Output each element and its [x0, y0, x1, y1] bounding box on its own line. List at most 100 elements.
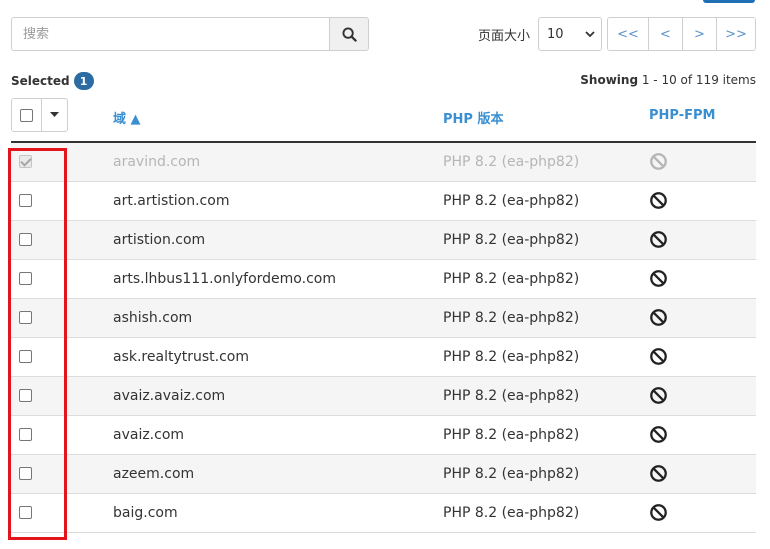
search-group: [11, 17, 369, 51]
row-php-version: PHP 8.2 (ea-php82): [443, 349, 580, 365]
table-header: 域 ▲ PHP 版本 PHP-FPM: [11, 97, 756, 143]
ban-icon: [650, 309, 667, 326]
pager-next-button[interactable]: >: [683, 18, 717, 50]
column-header-domain[interactable]: 域 ▲: [113, 108, 141, 127]
row-php-version: PHP 8.2 (ea-php82): [443, 466, 580, 482]
row-checkbox-cell: [19, 272, 32, 289]
showing-range: 1 - 10 of 119 items: [641, 73, 756, 87]
ban-icon: [650, 270, 667, 287]
row-domain: azeem.com: [113, 466, 195, 482]
select-all-checkbox[interactable]: [20, 108, 33, 122]
pager-first-button[interactable]: <<: [608, 18, 649, 50]
search-icon: [341, 26, 357, 42]
table-row: avaiz.avaiz.com PHP 8.2 (ea-php82): [11, 377, 756, 416]
search-input[interactable]: [11, 17, 329, 51]
row-checkbox[interactable]: [19, 311, 32, 324]
select-all-cell: [12, 99, 42, 131]
table-row: ashish.com PHP 8.2 (ea-php82): [11, 299, 756, 338]
pager-prev-button[interactable]: <: [649, 18, 683, 50]
row-checkbox-cell: [19, 155, 32, 172]
row-php-version: PHP 8.2 (ea-php82): [443, 388, 580, 404]
row-checkbox[interactable]: [19, 506, 32, 519]
row-checkbox[interactable]: [19, 389, 32, 402]
selection-summary: Selected 1: [11, 72, 94, 90]
row-php-fpm-status: [649, 503, 668, 526]
row-php-fpm-status: [649, 464, 668, 487]
table-row: aravind.com PHP 8.2 (ea-php82): [11, 143, 756, 182]
caret-down-icon: [50, 112, 59, 117]
table-row: art.artistion.com PHP 8.2 (ea-php82): [11, 182, 756, 221]
top-accent-bar: [703, 0, 755, 3]
ban-icon: [650, 348, 667, 365]
row-php-version: PHP 8.2 (ea-php82): [443, 310, 580, 326]
column-header-php-version[interactable]: PHP 版本: [443, 108, 503, 127]
row-checkbox-cell: [19, 506, 32, 523]
row-php-version: PHP 8.2 (ea-php82): [443, 154, 580, 170]
ban-icon: [650, 465, 667, 482]
row-php-fpm-status: [649, 269, 668, 292]
table-row: ask.realtytrust.com PHP 8.2 (ea-php82): [11, 338, 756, 377]
row-checkbox-cell: [19, 311, 32, 328]
page-size-value: 10: [547, 26, 564, 42]
row-php-fpm-status: [649, 308, 668, 331]
column-header-php-fpm[interactable]: PHP-FPM: [649, 108, 715, 123]
table-row: avaiz.com PHP 8.2 (ea-php82): [11, 416, 756, 455]
row-domain: ashish.com: [113, 310, 193, 326]
pagination: << < > >>: [607, 17, 756, 51]
row-checkbox[interactable]: [19, 272, 32, 285]
selected-label: Selected: [11, 74, 70, 88]
table-row: azeem.com PHP 8.2 (ea-php82): [11, 455, 756, 494]
row-domain: baig.com: [113, 505, 178, 521]
ban-icon: [650, 192, 667, 209]
row-checkbox[interactable]: [19, 233, 32, 246]
row-checkbox-cell: [19, 389, 32, 406]
row-domain: ask.realtytrust.com: [113, 349, 249, 365]
table-row: artistion.com PHP 8.2 (ea-php82): [11, 221, 756, 260]
row-domain: avaiz.avaiz.com: [113, 388, 226, 404]
search-button[interactable]: [329, 17, 369, 51]
row-checkbox-cell: [19, 194, 32, 211]
ban-icon: [650, 426, 667, 443]
table-row: baig.com PHP 8.2 (ea-php82): [11, 494, 756, 533]
row-php-fpm-status: [649, 425, 668, 448]
row-checkbox[interactable]: [19, 467, 32, 480]
ban-icon: [650, 153, 667, 170]
table-row: arts.lhbus111.onlyfordemo.com PHP 8.2 (ea…: [11, 260, 756, 299]
row-domain: artistion.com: [113, 232, 206, 248]
row-checkbox[interactable]: [19, 428, 32, 441]
row-php-version: PHP 8.2 (ea-php82): [443, 427, 580, 443]
row-php-fpm-status: [649, 386, 668, 409]
pager-last-button[interactable]: >>: [717, 18, 755, 50]
page-size-label: 页面大小: [478, 29, 531, 44]
row-checkbox-cell: [19, 467, 32, 484]
row-php-fpm-status: [649, 191, 668, 214]
row-php-fpm-status: [649, 230, 668, 253]
chevron-down-icon: [585, 31, 595, 38]
ban-icon: [650, 231, 667, 248]
ban-icon: [650, 504, 667, 521]
row-domain: aravind.com: [113, 154, 201, 170]
row-domain: art.artistion.com: [113, 193, 230, 209]
showing-summary: Showing 1 - 10 of 119 items: [580, 73, 756, 87]
row-domain: avaiz.com: [113, 427, 185, 443]
row-php-version: PHP 8.2 (ea-php82): [443, 193, 580, 209]
selected-count-badge: 1: [73, 72, 94, 90]
row-php-fpm-status: [649, 152, 668, 175]
row-checkbox: [19, 155, 32, 168]
select-all-group: [11, 98, 68, 132]
row-checkbox-cell: [19, 428, 32, 445]
ban-icon: [650, 387, 667, 404]
table-body: aravind.com PHP 8.2 (ea-php82) art.artisti…: [11, 143, 756, 533]
page-size-select[interactable]: 10: [538, 17, 602, 51]
row-checkbox[interactable]: [19, 194, 32, 207]
select-options-dropdown[interactable]: [42, 99, 67, 131]
row-php-version: PHP 8.2 (ea-php82): [443, 232, 580, 248]
row-php-version: PHP 8.2 (ea-php82): [443, 271, 580, 287]
showing-prefix: Showing: [580, 73, 639, 87]
row-domain: arts.lhbus111.onlyfordemo.com: [113, 271, 336, 287]
row-checkbox-cell: [19, 350, 32, 367]
row-checkbox[interactable]: [19, 350, 32, 363]
row-php-fpm-status: [649, 347, 668, 370]
row-php-version: PHP 8.2 (ea-php82): [443, 505, 580, 521]
row-checkbox-cell: [19, 233, 32, 250]
